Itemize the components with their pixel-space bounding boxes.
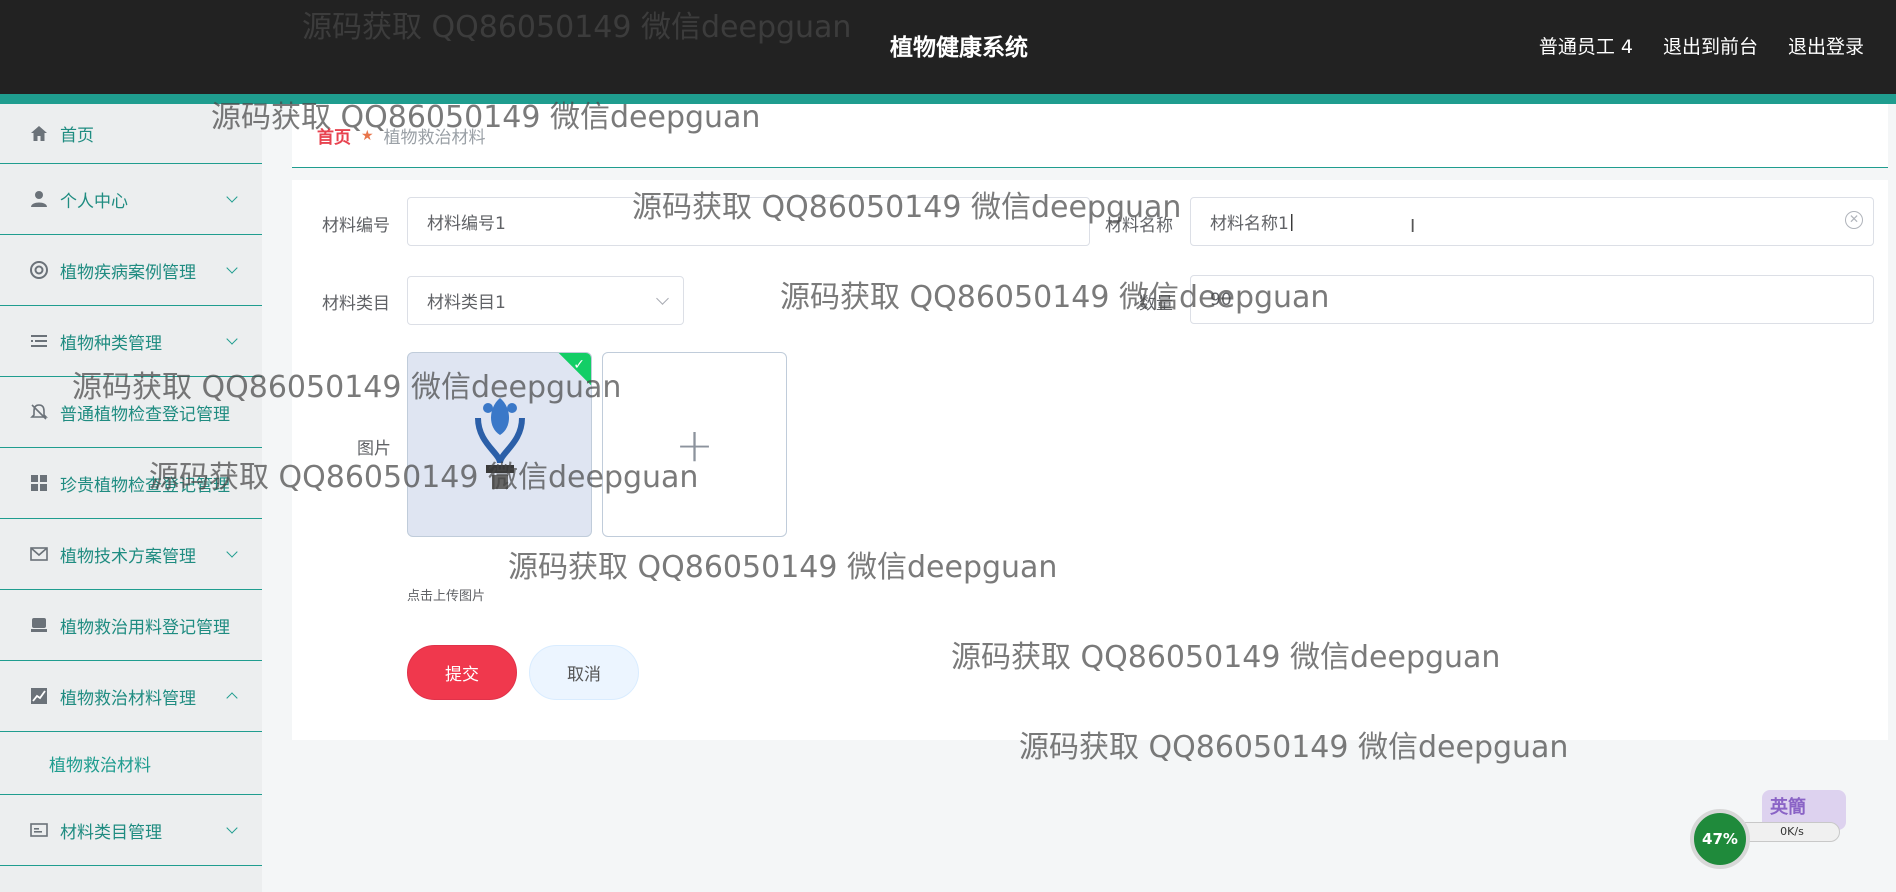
home-icon bbox=[28, 123, 50, 145]
image-upload-button[interactable]: + bbox=[602, 352, 787, 537]
bell-off-icon bbox=[28, 401, 50, 423]
sidebar-item-label: 普通植物检查登记管理 bbox=[60, 404, 230, 425]
sidebar-item-label: 材料类目管理 bbox=[60, 822, 162, 843]
check-icon: ✓ bbox=[573, 357, 585, 373]
sidebar-item-rare-inspection[interactable]: 珍贵植物检查登记管理 bbox=[0, 448, 262, 519]
breadcrumb: 首页 ★ 植物救治材料 bbox=[292, 104, 1888, 168]
sidebar-item-home[interactable]: 首页 bbox=[0, 104, 262, 164]
current-user-link[interactable]: 普通员工 4 bbox=[1539, 32, 1633, 59]
sidebar-item-label: 植物救治材料管理 bbox=[60, 688, 196, 709]
sidebar-item-rescue-materials[interactable]: 植物救治材料管理 bbox=[0, 661, 262, 732]
back-to-frontend-link[interactable]: 退出到前台 bbox=[1663, 32, 1758, 59]
breadcrumb-separator-icon: ★ bbox=[361, 127, 374, 144]
image-label: 图片 bbox=[357, 439, 391, 459]
sidebar-item-label: 首页 bbox=[60, 126, 94, 146]
card-icon bbox=[28, 819, 50, 841]
header-links: 普通员工 4 退出到前台 退出登录 bbox=[1539, 32, 1864, 59]
sidebar: 首页 个人中心 植物疾病案例管理 植物种类管理 普通植物检查登记管理 珍贵植物检… bbox=[0, 104, 262, 892]
material-code-label: 材料编号 bbox=[322, 216, 390, 236]
plus-icon: + bbox=[675, 417, 714, 472]
network-speed-widget[interactable]: 英簡 0K/s 47% bbox=[1690, 776, 1850, 869]
sidebar-item-label: 植物救治用料登记管理 bbox=[60, 617, 230, 638]
quantity-input[interactable]: 90 bbox=[1190, 275, 1874, 324]
user-icon bbox=[28, 188, 50, 210]
breadcrumb-current: 植物救治材料 bbox=[383, 128, 486, 148]
material-category-select[interactable]: 材料类目1 bbox=[407, 276, 684, 325]
list-icon bbox=[28, 330, 50, 352]
header-accent-bar bbox=[0, 94, 1896, 104]
submenu-item-label: 植物救治材料 bbox=[49, 755, 151, 776]
sidebar-item-material-usage[interactable]: 植物救治用料登记管理 bbox=[0, 590, 262, 661]
material-name-label: 材料名称 bbox=[1105, 216, 1173, 236]
material-code-value: 材料编号1 bbox=[427, 214, 506, 234]
sidebar-item-label: 植物技术方案管理 bbox=[60, 546, 196, 567]
quantity-value: 90 bbox=[1210, 289, 1232, 310]
material-code-input[interactable]: 材料编号1 bbox=[407, 197, 1090, 246]
sidebar-item-disease-cases[interactable]: 植物疾病案例管理 bbox=[0, 235, 262, 306]
sidebar-item-label: 个人中心 bbox=[60, 191, 128, 212]
sidebar-item-tech-plans[interactable]: 植物技术方案管理 bbox=[0, 519, 262, 590]
breadcrumb-home-link[interactable]: 首页 bbox=[317, 123, 351, 148]
chevron-down-icon bbox=[226, 191, 238, 203]
chevron-up-icon bbox=[226, 692, 238, 704]
material-category-label: 材料类目 bbox=[322, 294, 390, 314]
submenu-item-rescue-materials[interactable]: 植物救治材料 bbox=[0, 732, 262, 795]
logo-image bbox=[475, 398, 525, 489]
sidebar-item-profile[interactable]: 个人中心 bbox=[0, 164, 262, 235]
cancel-button[interactable]: 取消 bbox=[529, 645, 639, 700]
quantity-label: 数量 bbox=[1139, 294, 1173, 314]
chevron-down-icon bbox=[226, 546, 238, 558]
material-name-value: 材料名称1 bbox=[1210, 214, 1289, 234]
chevron-down-icon bbox=[226, 333, 238, 345]
tray-icon bbox=[28, 614, 50, 636]
uploaded-image-thumbnail[interactable]: ✓ bbox=[407, 352, 592, 537]
submit-button[interactable]: 提交 bbox=[407, 645, 517, 700]
upload-tip: 点击上传图片 bbox=[407, 589, 486, 604]
chevron-down-icon bbox=[226, 262, 238, 274]
chart-icon bbox=[28, 685, 50, 707]
sidebar-item-label: 珍贵植物检查登记管理 bbox=[60, 475, 230, 496]
sidebar-item-material-categories[interactable]: 材料类目管理 bbox=[0, 795, 262, 866]
chevron-down-icon bbox=[656, 292, 669, 305]
sidebar-item-label: 植物种类管理 bbox=[60, 333, 162, 354]
chevron-down-icon bbox=[226, 822, 238, 834]
cpu-usage-indicator: 47% bbox=[1690, 809, 1750, 869]
sidebar-item-plant-species[interactable]: 植物种类管理 bbox=[0, 306, 262, 377]
sidebar-item-normal-inspection[interactable]: 普通植物检查登记管理 bbox=[0, 377, 262, 448]
text-cursor-icon: I bbox=[1410, 216, 1416, 237]
sidebar-item-label: 植物疾病案例管理 bbox=[60, 262, 196, 283]
clear-icon[interactable]: ✕ bbox=[1845, 211, 1863, 229]
material-name-input[interactable]: 材料名称1 | ✕ bbox=[1190, 197, 1874, 246]
top-header: 植物健康系统 普通员工 4 退出到前台 退出登录 bbox=[0, 0, 1896, 94]
grid-icon bbox=[28, 472, 50, 494]
mail-icon bbox=[28, 543, 50, 565]
material-category-value: 材料类目1 bbox=[427, 293, 506, 313]
lifebuoy-icon bbox=[28, 259, 50, 281]
logout-link[interactable]: 退出登录 bbox=[1788, 32, 1864, 59]
